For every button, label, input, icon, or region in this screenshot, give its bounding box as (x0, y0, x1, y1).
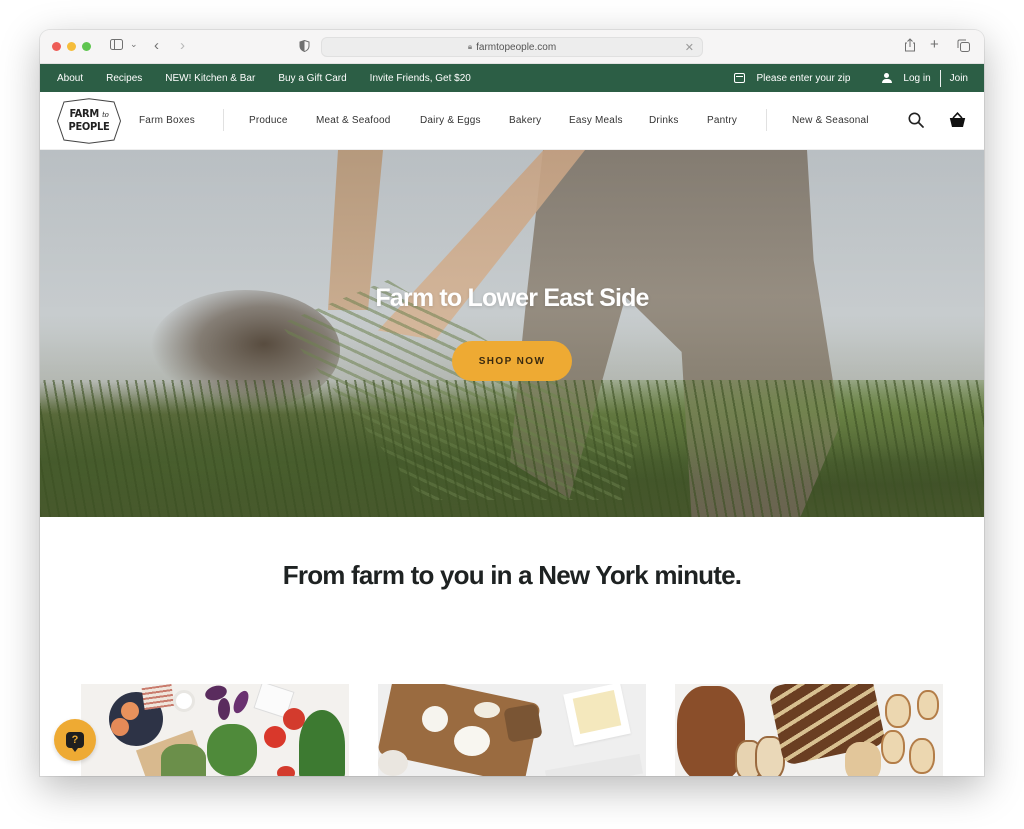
chevron-down-icon[interactable]: ⌄ (130, 40, 138, 49)
nav-pantry[interactable]: Pantry (707, 115, 737, 126)
bread-slice-image (845, 742, 881, 776)
nav-meat-seafood[interactable]: Meat & Seafood (316, 115, 391, 126)
help-chat-icon: ? (66, 732, 84, 752)
browser-window: ⌄ ‹ › 🔒︎ farmtopeople.com ✕ + About Reci… (40, 30, 984, 776)
utility-bar: About Recipes NEW! Kitchen & Bar Buy a G… (40, 64, 984, 92)
nav-drinks[interactable]: Drinks (649, 115, 679, 126)
nav-divider (766, 109, 767, 131)
crostini-image (917, 690, 939, 720)
forward-icon[interactable]: › (180, 38, 185, 53)
crostini-image (885, 694, 911, 728)
towel-image (141, 684, 175, 710)
topbar-link-about[interactable]: About (57, 73, 83, 84)
new-tab-icon[interactable]: + (930, 37, 939, 52)
crostini-image (881, 730, 905, 764)
nav-new-seasonal[interactable]: New & Seasonal (792, 115, 869, 126)
greens-image (161, 744, 206, 776)
chard-image (299, 710, 345, 776)
sidebar-icon[interactable] (110, 39, 123, 52)
topbar-link-invite-friends[interactable]: Invite Friends, Get $20 (370, 73, 471, 84)
user-icon (881, 72, 893, 84)
peach-image (121, 702, 139, 720)
coffee-image (173, 690, 195, 712)
eggplant-image (230, 688, 252, 716)
url-text: farmtopeople.com (476, 41, 557, 53)
back-icon[interactable]: ‹ (154, 38, 159, 53)
tomato-image (277, 766, 295, 776)
help-chat-button[interactable]: ? (54, 719, 96, 761)
nav-produce[interactable]: Produce (249, 115, 288, 126)
window-controls (52, 42, 91, 51)
nuts-bowl-image (378, 750, 408, 776)
address-bar[interactable]: 🔒︎ farmtopeople.com ✕ (321, 37, 703, 57)
hero-banner: Farm to Lower East Side SHOP NOW (40, 150, 984, 517)
login-link[interactable]: Log in (903, 73, 930, 84)
egg-carton-image (544, 753, 644, 776)
logo-text-to: to (102, 111, 109, 119)
logo-text-farm: FARM (69, 107, 99, 120)
topbar-link-recipes[interactable]: Recipes (106, 73, 142, 84)
cheese-image (474, 702, 500, 718)
topbar-link-kitchen-bar[interactable]: NEW! Kitchen & Bar (165, 73, 255, 84)
section-heading: From farm to you in a New York minute. (282, 560, 742, 590)
shop-now-button[interactable]: SHOP NOW (452, 341, 572, 381)
category-card-produce[interactable] (81, 684, 349, 776)
tab-overview-icon[interactable] (957, 39, 970, 54)
join-link[interactable]: Join (950, 73, 968, 84)
peach-image (111, 718, 129, 736)
bread-slice-image (503, 703, 543, 743)
eggplant-image (218, 698, 230, 720)
crostini-image (909, 738, 935, 774)
basket-icon[interactable] (949, 112, 966, 128)
search-icon[interactable] (908, 112, 924, 128)
minimize-window-button[interactable] (67, 42, 76, 51)
zip-code-prompt[interactable]: Please enter your zip (756, 73, 850, 84)
topbar-link-gift-card[interactable]: Buy a Gift Card (278, 73, 346, 84)
cheese-wheel-image (454, 726, 490, 756)
farm-to-people-logo[interactable]: FARM to PEOPLE (56, 98, 122, 144)
close-window-button[interactable] (52, 42, 61, 51)
browser-toolbar: ⌄ ‹ › 🔒︎ farmtopeople.com ✕ + (40, 30, 984, 64)
cheese-image (422, 706, 448, 732)
privacy-shield-icon[interactable] (299, 39, 310, 54)
divider (939, 69, 941, 87)
main-nav: FARM to PEOPLE Farm Boxes Produce Meat &… (40, 92, 984, 150)
tomato-image (264, 726, 286, 748)
logo-text-people: PEOPLE (68, 120, 110, 133)
calendar-icon (734, 73, 746, 83)
hero-photo-field (40, 380, 984, 517)
nav-dairy-eggs[interactable]: Dairy & Eggs (420, 115, 481, 126)
nav-farm-boxes[interactable]: Farm Boxes (139, 115, 195, 126)
maximize-window-button[interactable] (82, 42, 91, 51)
lock-icon: 🔒︎ (467, 42, 473, 51)
clear-icon[interactable]: ✕ (685, 41, 694, 54)
hero-title: Farm to Lower East Side (375, 284, 649, 312)
nav-easy-meals[interactable]: Easy Meals (569, 115, 623, 126)
category-card-bakery[interactable] (675, 684, 943, 776)
share-icon[interactable] (904, 38, 916, 54)
parsley-image (207, 724, 257, 776)
nav-divider (223, 109, 224, 131)
nav-bakery[interactable]: Bakery (509, 115, 541, 126)
category-card-dairy[interactable] (378, 684, 646, 776)
